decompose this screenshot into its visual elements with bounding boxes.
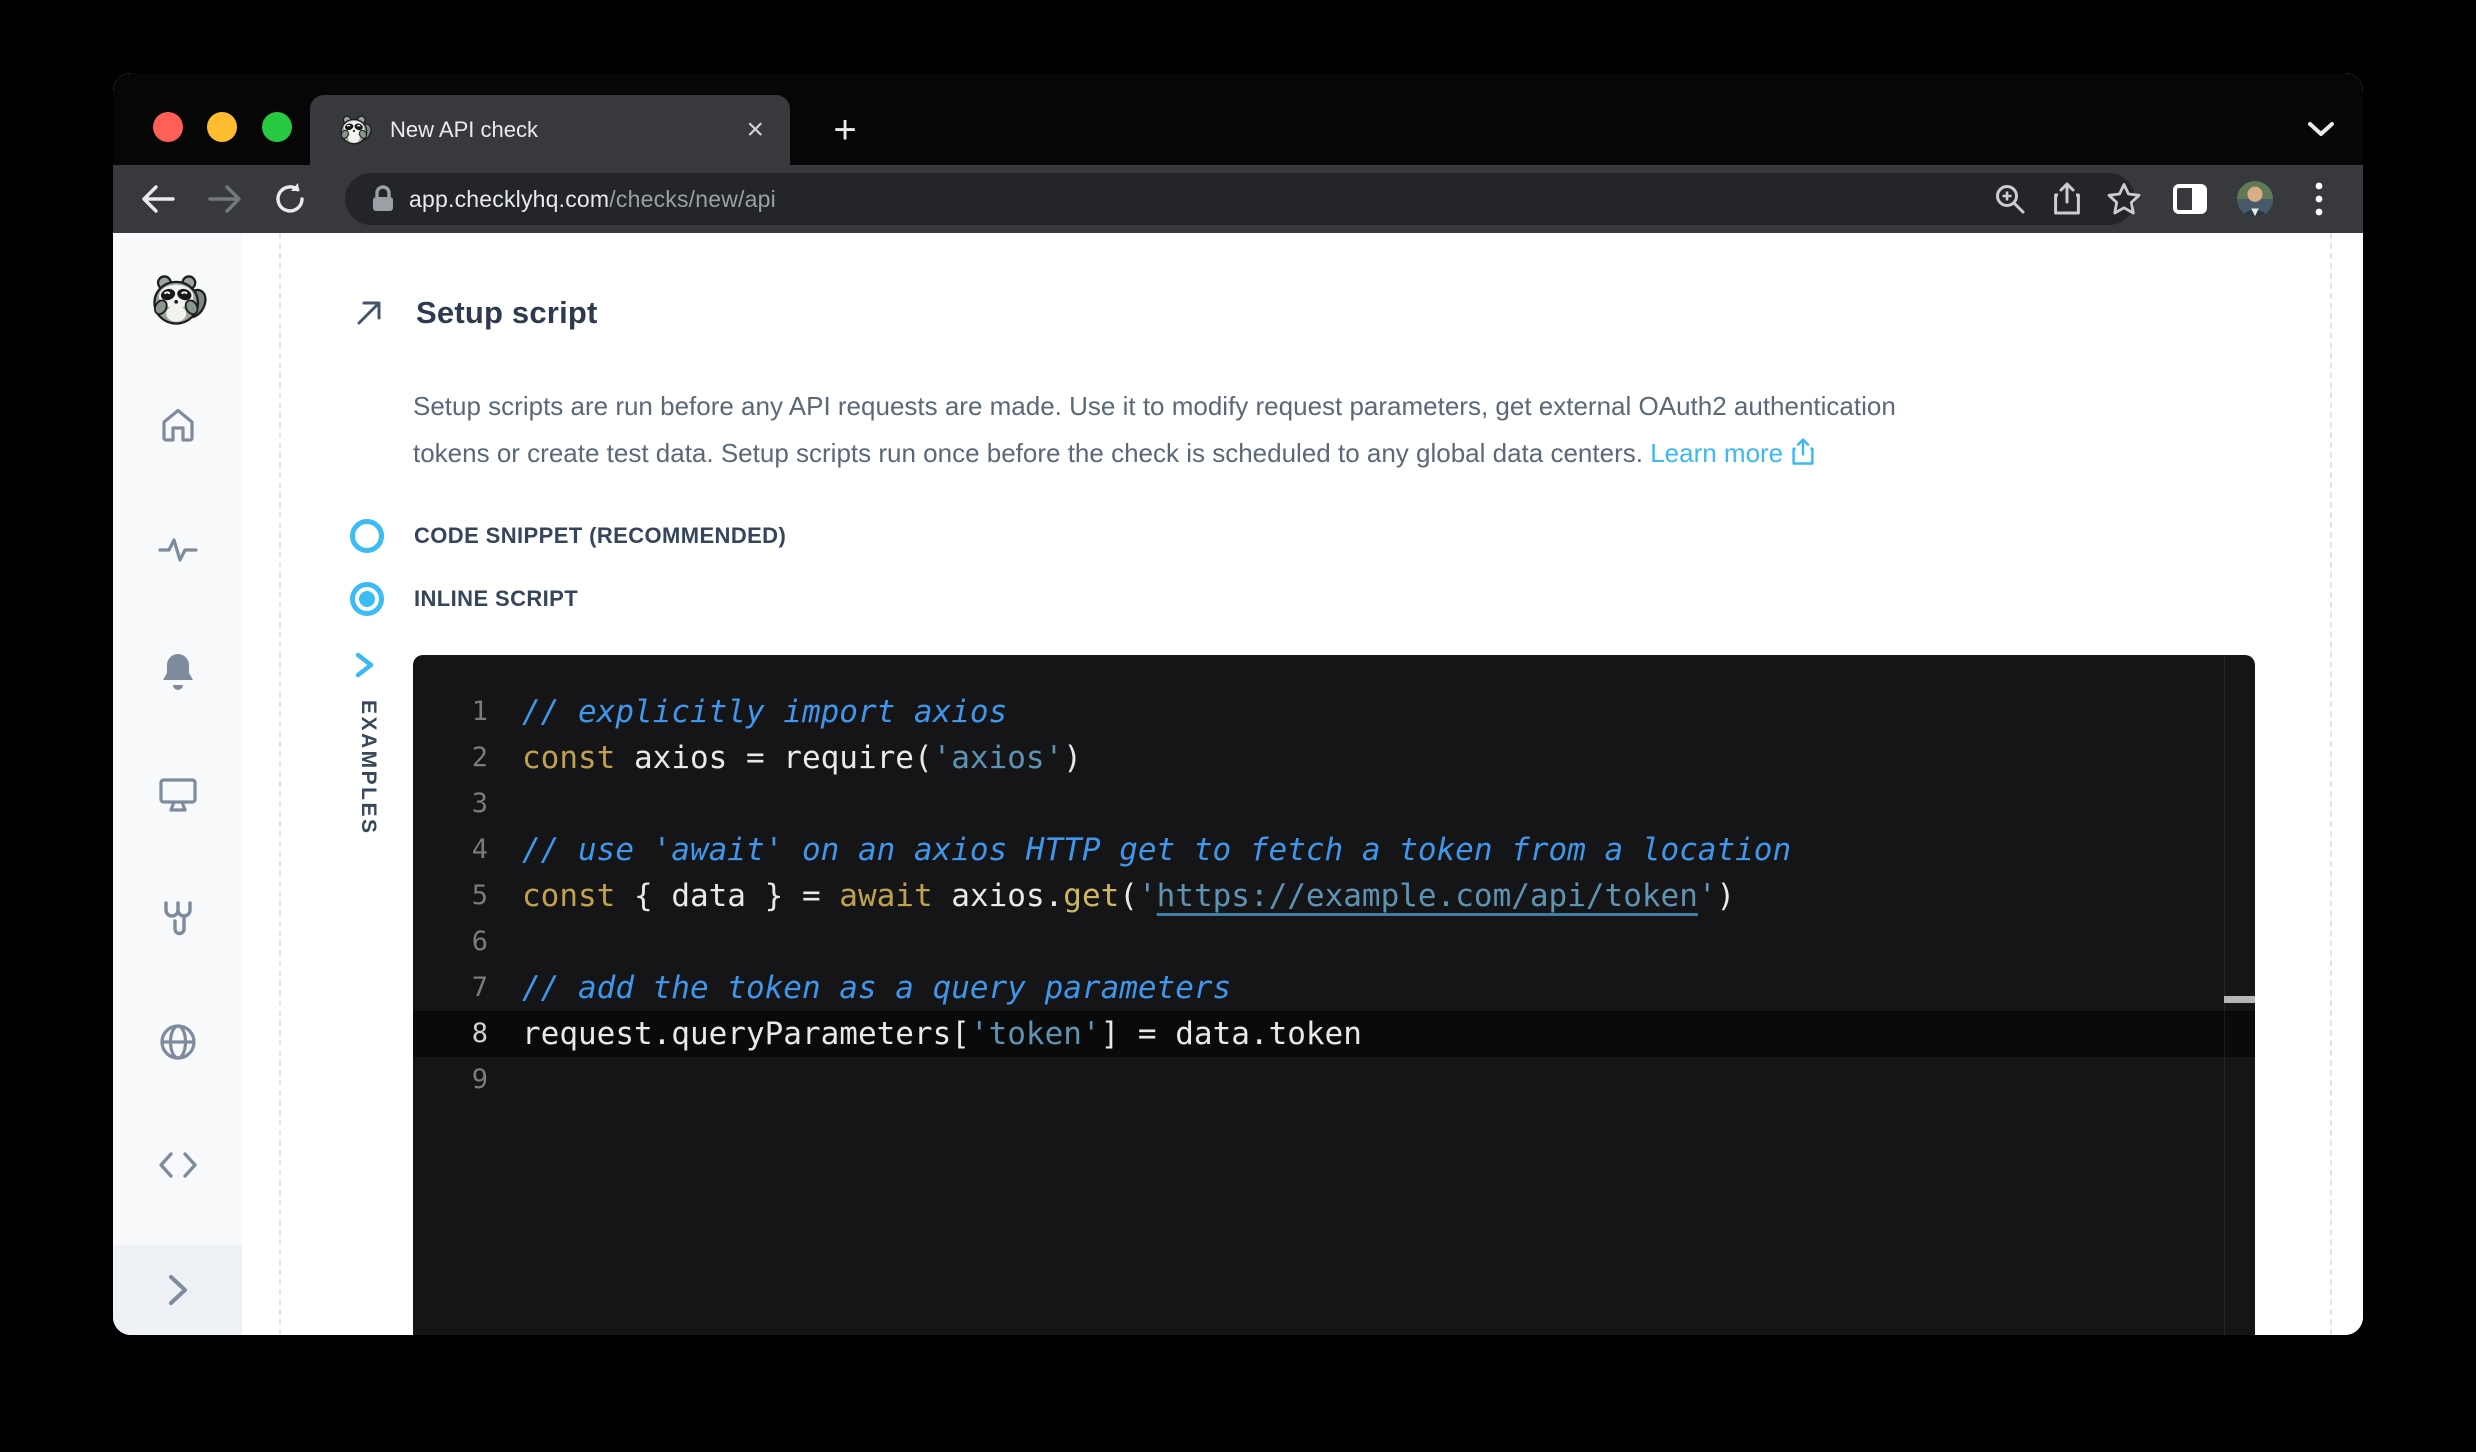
lock-icon[interactable]	[371, 185, 395, 213]
browser-window: New API check × + app.checklyhq.com/chec…	[113, 73, 2363, 1335]
radio-circle[interactable]	[350, 519, 384, 553]
code-text: request.queryParameters['token'] = data.…	[488, 1011, 1362, 1057]
sidebar-item-activity[interactable]	[113, 522, 242, 578]
page-title: Setup script	[416, 295, 598, 331]
line-number: 8	[413, 1011, 488, 1057]
line-number: 7	[413, 965, 488, 1011]
minimize-window-button[interactable]	[207, 112, 237, 142]
tab-close-icon[interactable]: ×	[746, 115, 764, 145]
code-text: const { data } = await axios.get('https:…	[488, 873, 1735, 919]
code-text	[488, 1057, 522, 1103]
url-path: /checks/new/api	[609, 186, 776, 212]
description-line-1: Setup scripts are run before any API req…	[413, 383, 2343, 430]
main-content: Setup script Setup scripts are run befor…	[242, 233, 2363, 1335]
address-bar[interactable]: app.checklyhq.com/checks/new/api	[345, 173, 2135, 225]
code-line-3[interactable]: 3	[413, 781, 2255, 827]
menu-kebab-icon[interactable]	[2297, 177, 2341, 221]
sidebar-item-snippets-code-icon[interactable]	[113, 1137, 242, 1193]
line-number: 1	[413, 689, 488, 735]
zoom-window-button[interactable]	[262, 112, 292, 142]
tab-strip: New API check × +	[113, 73, 2363, 165]
sidebar-item-home[interactable]	[113, 397, 242, 453]
editor-overview-ruler[interactable]	[2224, 655, 2255, 1335]
code-line-6[interactable]: 6	[413, 919, 2255, 965]
code-text	[488, 781, 522, 827]
radio-option-inline-script[interactable]: INLINE SCRIPT	[350, 582, 578, 616]
new-tab-button[interactable]: +	[818, 103, 872, 157]
side-panel-icon[interactable]	[2168, 177, 2212, 221]
tab-search-chevron-icon[interactable]	[2293, 101, 2349, 157]
code-line-8[interactable]: 8request.queryParameters['token'] = data…	[413, 1011, 2255, 1057]
line-number: 5	[413, 873, 488, 919]
reload-icon[interactable]	[268, 177, 312, 221]
line-number: 2	[413, 735, 488, 781]
checkly-favicon-icon	[338, 113, 372, 147]
forward-icon[interactable]	[203, 177, 247, 221]
sidebar-collapse-section	[113, 1245, 242, 1335]
code-line-5[interactable]: 5const { data } = await axios.get('https…	[413, 873, 2255, 919]
url-text: app.checklyhq.com/checks/new/api	[409, 186, 776, 213]
line-number: 3	[413, 781, 488, 827]
line-number: 4	[413, 827, 488, 873]
code-line-2[interactable]: 2const axios = require('axios')	[413, 735, 2255, 781]
collapse-chevron-right-icon[interactable]	[166, 1273, 190, 1307]
section-description: Setup scripts are run before any API req…	[413, 383, 2343, 477]
line-number: 9	[413, 1057, 488, 1103]
description-line-2: tokens or create test data. Setup script…	[413, 430, 2343, 477]
bookmark-star-icon[interactable]	[2102, 177, 2146, 221]
close-window-button[interactable]	[153, 112, 183, 142]
code-lines: 1// explicitly import axios2const axios …	[413, 689, 2255, 1103]
radio-option-code-snippet[interactable]: CODE SNIPPET (RECOMMENDED)	[350, 519, 786, 553]
back-icon[interactable]	[136, 177, 180, 221]
section-arrow-icon	[354, 298, 384, 328]
examples-rail-label[interactable]: EXAMPLES	[356, 700, 380, 836]
scrollbar-cursor-marker[interactable]	[2224, 996, 2255, 1003]
sidebar-item-locations-globe-icon[interactable]	[113, 1014, 242, 1070]
examples-expand-chevron-icon[interactable]	[354, 651, 376, 679]
avatar[interactable]	[2233, 177, 2277, 221]
code-line-9[interactable]: 9	[413, 1057, 2255, 1103]
zoom-page-icon[interactable]	[1988, 177, 2032, 221]
checkly-logo[interactable]	[113, 272, 242, 328]
share-icon[interactable]	[2045, 177, 2089, 221]
app-sidebar	[113, 233, 242, 1335]
line-number: 6	[413, 919, 488, 965]
code-editor[interactable]: 1// explicitly import axios2const axios …	[413, 655, 2255, 1335]
sidebar-item-tools-wrench-icon[interactable]	[113, 890, 242, 946]
code-line-4[interactable]: 4// use 'await' on an axios HTTP get to …	[413, 827, 2255, 873]
code-text: // use 'await' on an axios HTTP get to f…	[488, 827, 1791, 873]
browser-toolbar: app.checklyhq.com/checks/new/api	[113, 165, 2363, 233]
tab-title: New API check	[390, 117, 746, 143]
radio-circle[interactable]	[350, 582, 384, 616]
external-link-icon	[1791, 438, 1815, 466]
code-line-1[interactable]: 1// explicitly import axios	[413, 689, 2255, 735]
code-line-7[interactable]: 7// add the token as a query parameters	[413, 965, 2255, 1011]
radio-label: CODE SNIPPET (RECOMMENDED)	[414, 523, 786, 549]
code-text	[488, 919, 522, 965]
sidebar-item-alerts-bell-icon[interactable]	[113, 644, 242, 700]
learn-more-link[interactable]: Learn more	[1650, 438, 1815, 468]
code-text: // explicitly import axios	[488, 689, 1007, 735]
tab-new-api-check[interactable]: New API check ×	[310, 95, 790, 165]
code-text: const axios = require('axios')	[488, 735, 1082, 781]
layout-guide-left	[279, 233, 281, 1335]
url-host: app.checklyhq.com	[409, 186, 609, 212]
sidebar-item-dashboards-monitor-icon[interactable]	[113, 767, 242, 823]
radio-label: INLINE SCRIPT	[414, 586, 578, 612]
code-text: // add the token as a query parameters	[488, 965, 1231, 1011]
